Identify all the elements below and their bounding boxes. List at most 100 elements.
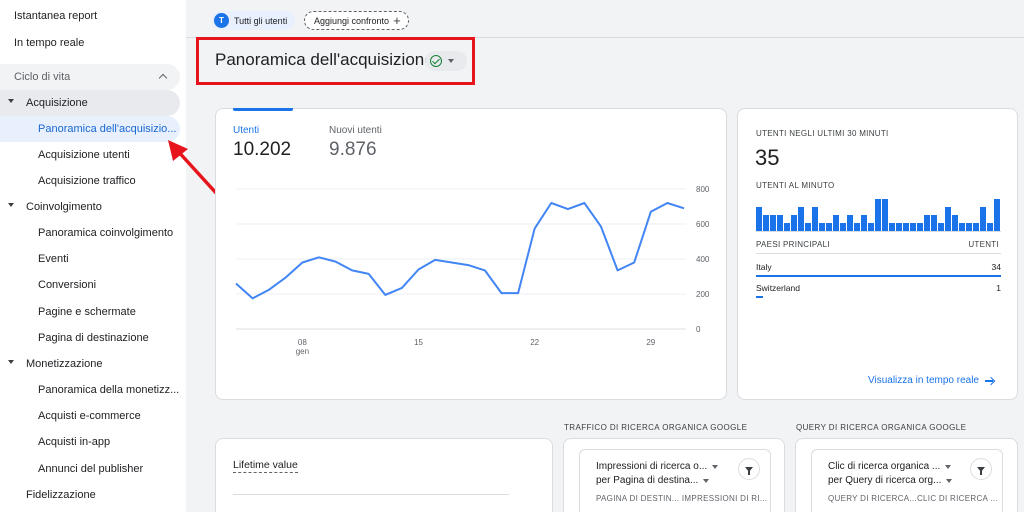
minute-bar [980,207,986,231]
report-status-dropdown[interactable] [425,51,467,71]
caret-down-icon [712,464,719,469]
arrow-right-icon [985,376,994,385]
country-share-bar [756,296,764,298]
minute-bar [854,223,860,231]
dimension-dropdown[interactable]: per Query di ricerca org... [828,475,953,486]
sidebar-item-monetization-overview[interactable]: Panoramica della monetizz... [0,377,180,403]
country-value: 1 [996,283,1001,293]
divider [233,494,509,495]
sidebar-item-user-acquisition[interactable]: Acquisizione utenti [0,142,180,168]
divider [756,253,1001,254]
minute-bar [840,223,846,231]
minute-bar [812,207,818,231]
sidebar-item-pages-screens[interactable]: Pagine e schermate [0,299,180,325]
sidebar-item-publisher-ads[interactable]: Annunci del publisher [0,456,180,482]
caret-down-icon [448,59,454,63]
sidebar-item-realtime[interactable]: In tempo reale [0,30,180,56]
caret-down-icon [703,478,710,483]
sidebar-item-label: Istantanea report [14,10,98,22]
country-share-bar [756,275,1001,277]
dimension-dropdown-label: per Query di ricerca org... [828,475,942,486]
sidebar-item-acquisition-overview[interactable]: Panoramica dell'acquisizio... [0,116,180,142]
sidebar-item-label: Panoramica coinvolgimento [38,227,174,239]
minute-bar [791,215,797,231]
minute-bar [868,223,874,231]
sidebar-item-in-app[interactable]: Acquisti in-app [0,429,180,455]
sidebar-item-label: Acquisizione traffico [38,175,136,187]
minute-bar [938,223,944,231]
sidebar-item-label: Panoramica della monetizz... [38,384,180,396]
filter-icon [977,466,985,475]
users-chart-card: Utenti 10.202 Nuovi utenti 9.876 800 600 4… [215,108,727,400]
minute-bar [805,223,811,231]
minute-bar [777,215,783,231]
country-name: Italy [756,262,772,272]
minute-bar [861,215,867,231]
minute-bar [882,199,888,231]
caret-down-icon [8,360,14,364]
minute-bar [903,223,909,231]
sidebar-item-label: Pagina di destinazione [38,332,149,344]
minute-bar [763,215,769,231]
users-per-minute-label: UTENTI AL MINUTO [756,181,835,190]
gsc-query-card: Clic di ricerca organica ... per Query d… [795,438,1018,512]
sidebar-item-ecommerce[interactable]: Acquisti e-commerce [0,403,180,429]
country-row: Switzerland 1 [756,283,1001,298]
sidebar-item-label: Acquisti in-app [38,436,111,448]
dimension-dropdown-label: per Pagina di destina... [596,475,699,486]
sidebar-item-snapshot[interactable]: Istantanea report [0,3,180,29]
sidebar-item-landing-page[interactable]: Pagina di destinazione [0,325,180,351]
minute-bar [910,223,916,231]
filter-button[interactable] [738,458,760,480]
minute-bar [966,223,972,231]
sidebar-item-traffic-acquisition[interactable]: Acquisizione traffico [0,168,180,194]
sidebar-item-conversions[interactable]: Conversioni [0,272,180,298]
sidebar-item-label: Annunci del publisher [38,463,144,475]
sidebar-item-label: Eventi [38,253,69,265]
minute-bar [952,215,958,231]
table-column-headers: QUERY DI RICERCA...CLIC DI RICERCA ... [828,494,998,503]
filter-icon [745,466,753,475]
lifetime-value-label[interactable]: Lifetime value [233,459,298,473]
sidebar: Istantanea report In tempo reale Ciclo d… [0,0,186,512]
minute-bar [756,207,762,231]
sidebar-item-engagement-overview[interactable]: Panoramica coinvolgimento [0,220,180,246]
minute-bar [833,215,839,231]
x-tick-label: gen [296,347,309,356]
comparison-bar: T Tutti gli utenti Aggiungi confronto + [186,0,1024,38]
metric-dropdown[interactable]: Impressioni di ricerca o... [596,461,719,472]
minute-bar [819,223,825,231]
add-comparison-label: Aggiungi confronto [314,15,390,26]
minute-bar [875,199,881,231]
y-tick-label: 0 [696,325,701,334]
sidebar-item-label: Coinvolgimento [26,201,102,213]
realtime-card: UTENTI NEGLI ULTIMI 30 MINUTI 35 UTENTI … [737,108,1018,400]
add-comparison-button[interactable]: Aggiungi confronto + [304,11,409,30]
minute-bar [945,207,951,231]
sidebar-item-label: Monetizzazione [26,358,103,370]
sidebar-item-label: Panoramica dell'acquisizio... [38,123,177,135]
view-realtime-link[interactable]: Visualizza in tempo reale [868,375,994,386]
sidebar-item-retention[interactable]: Fidelizzazione [0,482,180,508]
sidebar-item-events[interactable]: Eventi [0,246,180,272]
sidebar-item-label: Pagine e schermate [38,306,136,318]
all-users-chip[interactable]: T Tutti gli utenti [212,11,296,30]
users-series-line [235,202,685,300]
metric-dropdown[interactable]: Clic di ricerca organica ... [828,461,952,472]
minute-bar [847,215,853,231]
gsc-query-table: Clic di ricerca organica ... per Query d… [811,449,1003,512]
users-30-min-value: 35 [755,145,780,170]
filter-button[interactable] [970,458,992,480]
y-tick-label: 600 [696,220,710,229]
sidebar-section-lifecycle[interactable]: Ciclo di vita [0,64,180,90]
sidebar-item-engagement[interactable]: Coinvolgimento [0,194,180,220]
minute-bar [973,223,979,231]
minute-bar [931,215,937,231]
sidebar-item-acquisition[interactable]: Acquisizione [0,90,180,116]
dimension-dropdown[interactable]: per Pagina di destina... [596,475,710,486]
sidebar-item-monetization[interactable]: Monetizzazione [0,351,180,377]
caret-down-icon [945,464,952,469]
sidebar-item-label: Acquisti e-commerce [38,410,141,422]
minute-bar [798,207,804,231]
users-per-minute-bars [756,199,1000,231]
